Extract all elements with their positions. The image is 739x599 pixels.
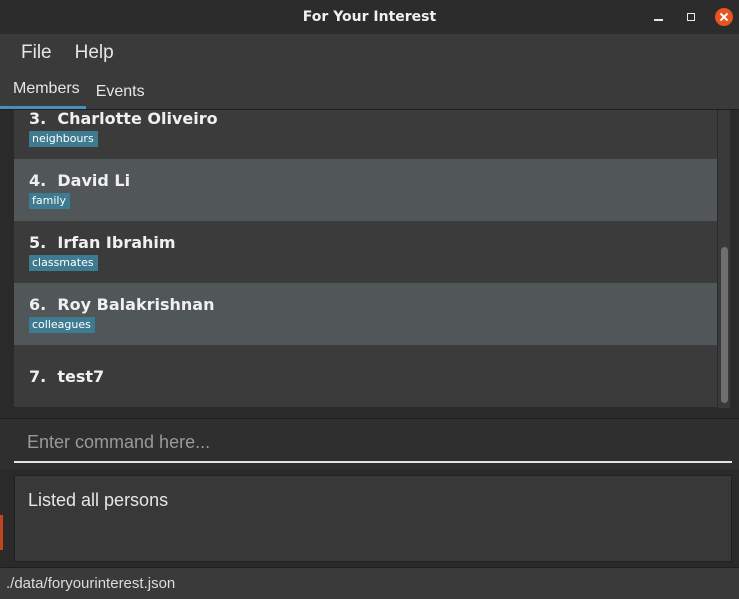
title-bar: For Your Interest — [0, 0, 739, 34]
member-name: 3. Charlotte Oliveiro — [29, 110, 218, 128]
command-input[interactable] — [14, 423, 732, 463]
window-title: For Your Interest — [302, 9, 437, 25]
menu-help[interactable]: Help — [52, 42, 114, 64]
result-panel: Listed all persons — [0, 469, 739, 567]
result-display: Listed all persons — [14, 475, 732, 562]
maximize-icon — [687, 13, 695, 21]
member-tag: neighbours — [29, 131, 98, 147]
menu-file[interactable]: File — [0, 42, 52, 64]
member-tag: classmates — [29, 255, 98, 271]
member-name: 7. test7 — [29, 367, 105, 386]
member-tag: family — [29, 193, 70, 209]
list-item[interactable]: 3. Charlotte Oliveiro neighbours — [14, 110, 717, 159]
member-name: 4. David Li — [29, 171, 131, 190]
tab-bar: Members Events — [0, 72, 739, 110]
member-name: 5. Irfan Ibrahim — [29, 233, 176, 252]
close-button[interactable] — [714, 0, 734, 34]
save-location: ./data/foryourinterest.json — [6, 575, 176, 592]
list-item[interactable]: 5. Irfan Ibrahim classmates — [14, 221, 717, 283]
list-item[interactable]: 7. test7 — [14, 345, 717, 407]
status-bar: ./data/foryourinterest.json — [0, 567, 739, 599]
close-icon — [715, 8, 733, 26]
menu-bar: File Help — [0, 34, 739, 72]
list-item[interactable]: 6. Roy Balakrishnan colleagues — [14, 283, 717, 345]
tab-events[interactable]: Events — [86, 74, 151, 109]
list-item[interactable]: 4. David Li family — [14, 159, 717, 221]
minimize-icon — [653, 19, 663, 21]
result-text: Listed all persons — [28, 490, 169, 510]
member-list-panel: 3. Charlotte Oliveiro neighbours 4. Davi… — [0, 110, 739, 418]
window-edge-accent — [0, 515, 3, 550]
command-box — [0, 419, 739, 469]
maximize-button[interactable] — [681, 0, 701, 34]
member-tag: colleagues — [29, 317, 95, 333]
scrollbar-thumb[interactable] — [721, 247, 728, 403]
tab-members[interactable]: Members — [0, 72, 86, 109]
minimize-button[interactable] — [648, 0, 668, 34]
member-name: 6. Roy Balakrishnan — [29, 295, 215, 314]
